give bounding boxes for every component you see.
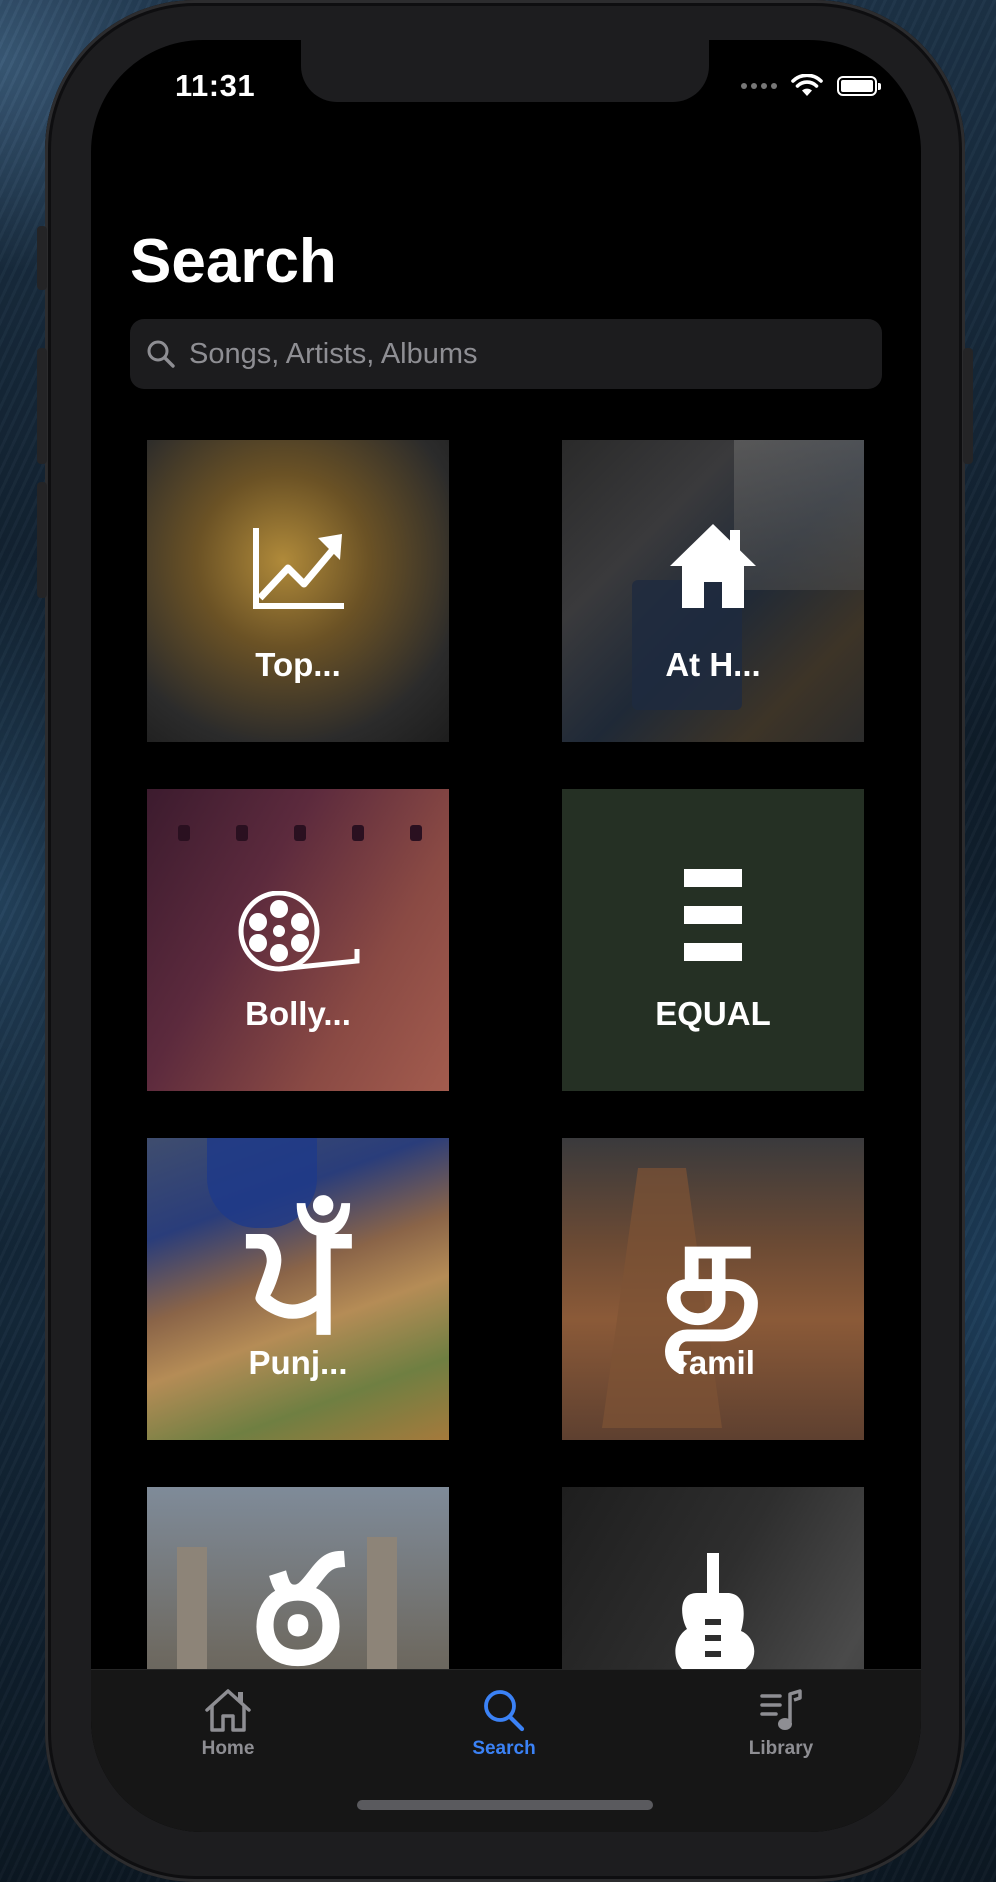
search-field[interactable] xyxy=(130,319,882,389)
search-icon xyxy=(147,340,175,368)
search-input[interactable] xyxy=(187,336,871,372)
category-label: EQUAL xyxy=(655,995,771,1032)
category-tile-tamil[interactable]: த Tamil xyxy=(562,1138,864,1440)
app-screen: 11:31 Search Top... xyxy=(91,40,921,1832)
search-icon xyxy=(484,1690,525,1732)
status-time: 11:31 xyxy=(175,68,256,103)
electric-guitar-icon xyxy=(562,1553,864,1683)
category-tile-equal[interactable]: EQUAL xyxy=(562,789,864,1091)
tab-home-label: Home xyxy=(201,1738,255,1759)
equal-stripes-icon xyxy=(562,869,864,961)
category-label: Top... xyxy=(255,646,341,683)
page-title: Search xyxy=(130,227,337,296)
tab-home[interactable]: Home xyxy=(148,1688,308,1760)
cellular-signal-icon xyxy=(741,83,777,89)
wifi-icon xyxy=(791,74,823,96)
category-tile-punjabi[interactable]: ਪਁ Punj... xyxy=(147,1138,449,1440)
house-outline-icon xyxy=(205,1689,251,1732)
telugu-letter-icon: ఠ xyxy=(253,1526,343,1694)
film-reel-icon xyxy=(147,891,449,973)
tab-search[interactable]: Search xyxy=(424,1688,584,1760)
camera-notch xyxy=(301,40,709,102)
volume-up-button xyxy=(37,348,47,464)
trending-chart-icon xyxy=(147,526,449,612)
category-label: At H... xyxy=(665,646,761,683)
category-tile-at-home[interactable]: At H... xyxy=(562,440,864,742)
tab-library-label: Library xyxy=(748,1738,814,1759)
music-library-icon xyxy=(760,1689,802,1730)
category-label: Punj... xyxy=(248,1344,348,1381)
category-tile-bollywood[interactable]: Bolly... xyxy=(147,789,449,1091)
gurmukhi-letter-icon: ਪਁ xyxy=(249,1189,347,1357)
tile-decoration xyxy=(155,825,445,847)
tab-bar: Home Search Library xyxy=(91,1669,921,1832)
tab-library[interactable]: Library xyxy=(701,1688,861,1760)
home-indicator[interactable] xyxy=(357,1800,653,1810)
category-label: Tamil xyxy=(671,1344,755,1381)
tamil-letter-icon: த xyxy=(664,1185,762,1353)
power-button xyxy=(963,348,973,464)
tab-search-label: Search xyxy=(472,1738,536,1759)
status-indicators xyxy=(741,74,881,98)
mute-switch xyxy=(37,226,47,290)
volume-down-button xyxy=(37,482,47,598)
category-label: Bolly... xyxy=(245,995,351,1032)
category-tile-top[interactable]: Top... xyxy=(147,440,449,742)
house-icon xyxy=(562,522,864,610)
battery-icon xyxy=(837,76,881,96)
